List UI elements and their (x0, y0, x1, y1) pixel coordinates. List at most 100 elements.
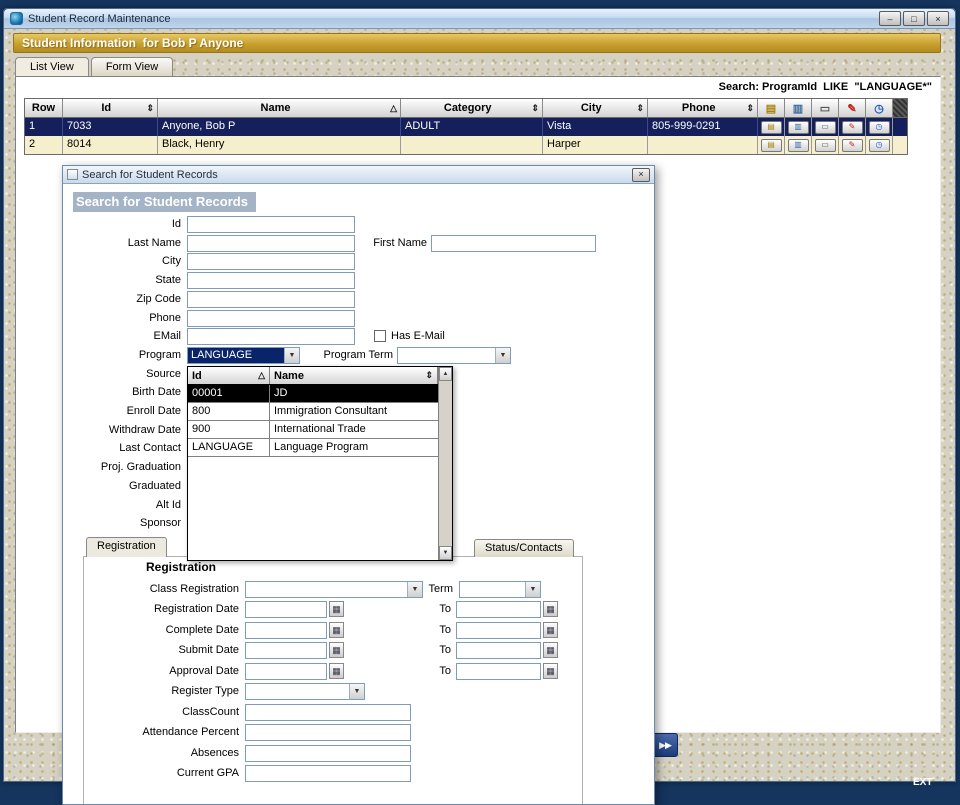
list-item[interactable]: 00001 JD (188, 385, 438, 403)
clock-button[interactable]: ◷ (868, 120, 890, 134)
dialog-title: Search for Student Records (82, 168, 218, 181)
calendar-button[interactable]: ▦ (329, 601, 344, 617)
calendar-icon: ▦ (332, 644, 341, 655)
column-header-city[interactable]: City ⇕ (543, 99, 648, 118)
column-header-category[interactable]: Category ⇕ (401, 99, 543, 118)
grid-scroll-corner[interactable] (893, 99, 907, 118)
complete-date-field[interactable] (245, 622, 327, 639)
attendance-percent-field[interactable] (245, 724, 411, 741)
dropdown-column-id[interactable]: Id △ (188, 367, 270, 384)
search-dialog: Search for Student Records × Search for … (62, 165, 655, 805)
field-label-program: Program (138, 349, 181, 361)
complete-date-to-field[interactable] (456, 622, 541, 639)
note-button[interactable]: ▤ (760, 120, 782, 134)
has-email-checkbox[interactable] (374, 330, 386, 342)
exit-label[interactable]: EXT (913, 777, 932, 788)
dialog-close-button[interactable]: × (632, 167, 650, 182)
sort-both-icon[interactable]: ⇕ (636, 103, 644, 114)
tab-list-view[interactable]: List View (15, 57, 89, 77)
pen-button[interactable]: ✎ (841, 120, 863, 134)
program-term-combobox[interactable]: ▼ (397, 347, 511, 364)
tab-registration[interactable]: Registration (86, 537, 167, 557)
column-header-id[interactable]: Id ⇕ (63, 99, 158, 118)
email-field[interactable] (187, 328, 355, 345)
dropdown-scrollbar[interactable]: ▲ ▼ (438, 367, 452, 560)
minimize-button[interactable]: – (879, 11, 901, 26)
printer-button[interactable]: ▭ (814, 120, 836, 134)
program-term-label: Program Term (323, 349, 393, 361)
sort-both-icon[interactable]: ⇕ (146, 103, 154, 114)
window-titlebar[interactable]: Student Record Maintenance – □ × (4, 9, 955, 29)
state-field[interactable] (187, 272, 355, 289)
calendar-icon: ▦ (546, 665, 555, 676)
city-field[interactable] (187, 253, 355, 270)
monitor-button[interactable]: ▥ (787, 138, 809, 152)
register-type-label: Register Type (171, 685, 239, 697)
column-header-monitor: ▥ (785, 99, 812, 118)
approval-date-field[interactable] (245, 663, 327, 680)
list-item[interactable]: 800 Immigration Consultant (188, 403, 438, 421)
sort-both-icon[interactable]: ⇕ (746, 103, 754, 114)
zip-code-field[interactable] (187, 291, 355, 308)
tab-form-view[interactable]: Form View (90, 57, 174, 77)
calendar-button[interactable]: ▦ (329, 663, 344, 679)
pen-button[interactable]: ✎ (841, 138, 863, 152)
program-combobox[interactable]: LANGUAGE ▼ (187, 347, 300, 364)
calendar-button[interactable]: ▦ (543, 663, 558, 679)
classcount-field[interactable] (245, 704, 411, 721)
note-button[interactable]: ▤ (760, 138, 782, 152)
submit-date-field[interactable] (245, 642, 327, 659)
scroll-up-button[interactable]: ▲ (439, 367, 452, 381)
table-row[interactable]: 1 7033 Anyone, Bob P ADULT Vista 805-999… (25, 118, 907, 136)
registration-date-field[interactable] (245, 601, 327, 618)
tab-status-contacts[interactable]: Status/Contacts (474, 539, 574, 557)
id-field[interactable] (187, 216, 355, 233)
dialog-close-icon: × (638, 169, 644, 179)
chevron-down-icon[interactable]: ▼ (349, 684, 364, 699)
calendar-button[interactable]: ▦ (329, 642, 344, 658)
list-item[interactable]: 900 International Trade (188, 421, 438, 439)
chevron-down-icon[interactable]: ▼ (495, 348, 510, 363)
registration-date-to-field[interactable] (456, 601, 541, 618)
current-gpa-field[interactable] (245, 765, 411, 782)
maximize-button[interactable]: □ (903, 11, 925, 26)
calendar-button[interactable]: ▦ (543, 601, 558, 617)
first-name-field[interactable] (431, 235, 596, 252)
last-name-field[interactable] (187, 235, 355, 252)
monitor-button[interactable]: ▥ (787, 120, 809, 134)
to-label: To (439, 644, 451, 656)
register-type-combobox[interactable]: ▼ (245, 683, 365, 700)
scroll-up-icon: ▲ (442, 371, 449, 377)
sort-asc-icon[interactable]: △ (390, 103, 397, 114)
calendar-button[interactable]: ▦ (543, 622, 558, 638)
phone-field[interactable] (187, 310, 355, 327)
sort-both-icon[interactable]: ⇕ (531, 103, 539, 114)
list-item[interactable]: LANGUAGE Language Program (188, 439, 438, 457)
column-header-name[interactable]: Name △ (158, 99, 401, 118)
term-combobox[interactable]: ▼ (459, 581, 541, 598)
approval-date-to-field[interactable] (456, 663, 541, 680)
clock-button[interactable]: ◷ (868, 138, 890, 152)
dialog-titlebar[interactable]: Search for Student Records × (63, 166, 654, 184)
approval-date-label: Approval Date (169, 665, 239, 677)
dropdown-column-name[interactable]: Name ⇕ (270, 367, 438, 384)
column-header-note: ▤ (758, 99, 785, 118)
calendar-button[interactable]: ▦ (329, 622, 344, 638)
dialog-icon (67, 169, 78, 180)
nav-last-record-button[interactable]: ▶▶ (652, 733, 678, 757)
sort-asc-icon: △ (258, 370, 265, 380)
calendar-button[interactable]: ▦ (543, 642, 558, 658)
column-header-row[interactable]: Row (25, 99, 63, 118)
scroll-down-button[interactable]: ▼ (439, 546, 452, 560)
chevron-down-icon[interactable]: ▼ (525, 582, 540, 597)
submit-date-to-field[interactable] (456, 642, 541, 659)
field-label-source: Source (146, 368, 181, 380)
printer-button[interactable]: ▭ (814, 138, 836, 152)
field-label-alt-id: Alt Id (155, 499, 181, 511)
class-registration-combobox[interactable]: ▼ (245, 581, 423, 598)
absences-field[interactable] (245, 745, 411, 762)
table-row[interactable]: 2 8014 Black, Henry Harper ▤ ▥ ▭ ✎ ◷ (25, 136, 907, 154)
chevron-down-icon[interactable]: ▼ (284, 348, 299, 363)
column-header-phone[interactable]: Phone ⇕ (648, 99, 758, 118)
close-button[interactable]: × (927, 11, 949, 26)
